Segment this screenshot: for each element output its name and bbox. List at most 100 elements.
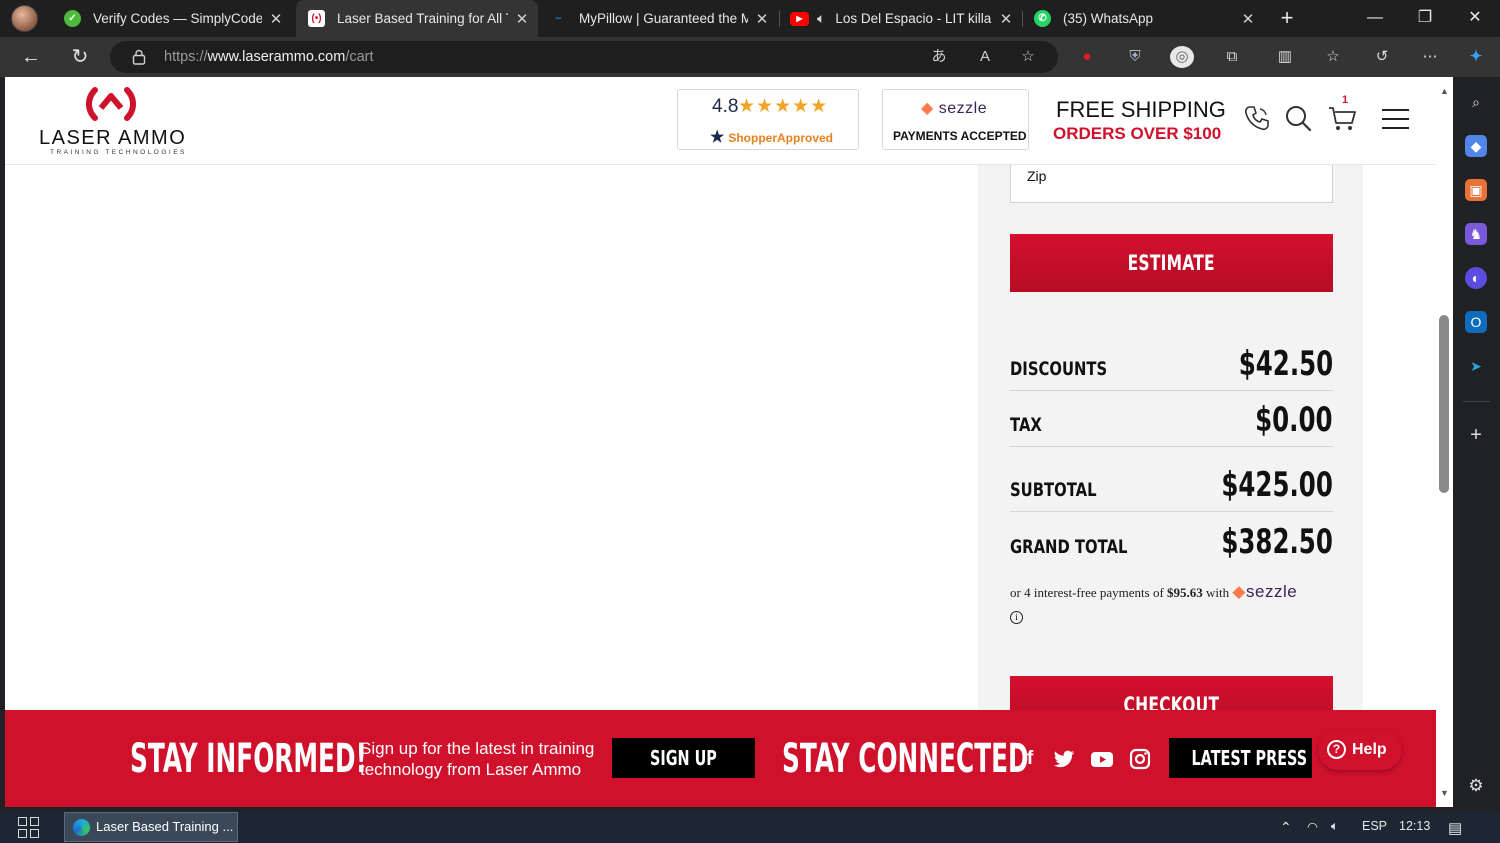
url-text: https://www.laserammo.com/cart [164, 49, 374, 65]
tab-separator [1022, 11, 1023, 27]
sidebar-search-icon[interactable]: ⌕ [1465, 91, 1487, 113]
logo-subtitle: TRAINING TECHNOLOGIES [50, 149, 187, 156]
copilot-icon[interactable]: ✦ [1464, 46, 1488, 68]
close-icon[interactable]: ✕ [998, 10, 1014, 28]
translate-icon[interactable]: あ [928, 47, 950, 67]
sidebar-games-icon[interactable]: ♞ [1465, 223, 1487, 245]
info-icon[interactable]: i [1010, 611, 1023, 624]
simplycodes-icon: ✓ [64, 10, 81, 27]
adblock-extension-icon[interactable]: ● [1075, 46, 1099, 68]
sezzle-installments-text: or 4 interest-free payments of $95.63 wi… [1010, 582, 1298, 601]
help-button[interactable]: ? Help [1318, 730, 1402, 770]
payments-accepted-label: PAYMENTS ACCEPTED [893, 129, 1027, 143]
wifi-icon[interactable]: ◠ [1307, 819, 1318, 834]
tab-whatsapp[interactable]: ✆ (35) WhatsApp ✕ [1024, 0, 1264, 37]
summary-value: $425.00 [1221, 465, 1333, 505]
sidebar-outlook-icon[interactable]: O [1465, 311, 1487, 333]
rating-value: 4.8 [712, 96, 739, 117]
laser-ammo-icon: (•) [308, 10, 325, 27]
start-grid-icon[interactable] [18, 817, 39, 838]
zip-input[interactable]: Zip [1010, 165, 1333, 203]
sidebar-separator [1463, 401, 1490, 402]
shopper-star-icon: ★ [710, 129, 725, 146]
profile-avatar[interactable] [11, 5, 38, 32]
close-icon[interactable]: ✕ [514, 10, 530, 28]
split-screen-icon[interactable]: ▥ [1273, 46, 1297, 68]
minimize-button[interactable]: — [1360, 6, 1390, 30]
sign-up-button[interactable]: SIGN UP [612, 738, 755, 778]
refresh-button[interactable]: ↻ [67, 45, 93, 69]
sezzle-mark-icon: ◆ [1232, 582, 1246, 601]
logo-text[interactable]: LASER AMMO [39, 127, 186, 150]
hamburger-menu-icon[interactable] [1382, 109, 1409, 129]
favorites-icon[interactable]: ☆ [1321, 46, 1345, 68]
page-scrollbar[interactable]: ▲ ▼ [1436, 77, 1453, 807]
sezzle-logo: ◆ sezzle [921, 100, 988, 117]
sezzle-logo: ◆sezzle [1232, 582, 1298, 601]
tab-youtube[interactable]: ▶ 🔈︎ Los Del Espacio - LIT killa ✕ [780, 0, 1022, 37]
shopper-approved-badge[interactable]: 4.8 ★★★★★ ★ ShopperApproved [677, 89, 859, 150]
back-button[interactable]: ← [18, 45, 44, 69]
extensions-icon[interactable]: ⧉ [1220, 46, 1244, 68]
shield-extension-icon[interactable]: ⛨ [1123, 46, 1147, 68]
windows-taskbar: Laser Based Training ... ⌃ ◠ 🔈︎ ESP 12:1… [0, 811, 1500, 843]
latest-press-button[interactable]: LATEST PRESS [1169, 738, 1312, 778]
summary-row-subtotal: SUBTOTAL $425.00 [1010, 447, 1333, 512]
laser-ammo-logo-icon[interactable] [85, 86, 137, 122]
installment-amount: $95.63 [1167, 585, 1203, 600]
search-icon[interactable] [1283, 103, 1313, 133]
browser-tab-bar: ✓ Verify Codes — SimplyCodes ✕ (•) Laser… [0, 0, 1500, 37]
sidebar-copilot-icon[interactable]: ◐ [1465, 267, 1487, 289]
web-page: LASER AMMO TRAINING TECHNOLOGIES 4.8 ★★★… [5, 77, 1436, 807]
sidebar-add-icon[interactable]: + [1465, 424, 1487, 446]
tray-chevron-up-icon[interactable]: ⌃ [1280, 819, 1292, 836]
edge-sidebar: ⌕ ◆ ▣ ♞ ◐ O ➤ + ⚙ [1453, 77, 1500, 811]
youtube-icon[interactable] [1090, 747, 1114, 771]
address-bar[interactable]: https://www.laserammo.com/cart あ A ☆ [110, 41, 1058, 73]
sidebar-settings-icon[interactable]: ⚙ [1465, 775, 1487, 797]
speaker-icon[interactable]: 🔈︎ [817, 10, 825, 27]
summary-row-tax: TAX $0.00 [1010, 391, 1333, 447]
volume-icon[interactable]: 🔈︎ [1331, 819, 1339, 834]
favorite-star-icon[interactable]: ☆ [1017, 47, 1039, 67]
sidebar-tools-icon[interactable]: ▣ [1465, 179, 1487, 201]
mypillow-icon: ~ [555, 12, 562, 25]
tab-title: (35) WhatsApp [1063, 11, 1154, 26]
tab-simplycodes[interactable]: ✓ Verify Codes — SimplyCodes ✕ [52, 0, 292, 37]
estimate-button[interactable]: ESTIMATE [1010, 234, 1333, 292]
scroll-down-arrow-icon[interactable]: ▼ [1439, 788, 1450, 798]
site-header: LASER AMMO TRAINING TECHNOLOGIES 4.8 ★★★… [5, 77, 1436, 165]
close-icon[interactable]: ✕ [268, 10, 284, 28]
extension-badge-icon[interactable]: ◎ [1170, 46, 1194, 68]
language-indicator[interactable]: ESP [1362, 819, 1387, 833]
summary-value: $42.50 [1238, 344, 1333, 384]
summary-label: DISCOUNTS [1010, 358, 1108, 380]
sidebar-shopping-icon[interactable]: ◆ [1465, 135, 1487, 157]
summary-label: TAX [1010, 414, 1042, 436]
read-aloud-icon[interactable]: A [974, 47, 996, 67]
facebook-icon[interactable]: f [1018, 747, 1042, 771]
restore-button[interactable]: ❐ [1410, 6, 1440, 30]
tab-laser-ammo[interactable]: (•) Laser Based Training for All Ty ✕ [296, 0, 538, 37]
clock[interactable]: 12:13 [1399, 819, 1430, 833]
close-window-button[interactable]: ✕ [1460, 6, 1490, 30]
instagram-icon[interactable] [1128, 747, 1152, 771]
rating-stars-icon: ★★★★★ [738, 96, 829, 117]
history-icon[interactable]: ↺ [1370, 46, 1394, 68]
more-menu-icon[interactable]: ⋯ [1418, 46, 1442, 68]
sezzle-badge[interactable]: ◆ sezzle PAYMENTS ACCEPTED [882, 89, 1029, 150]
close-icon[interactable]: ✕ [1240, 10, 1256, 28]
taskbar-edge-window[interactable]: Laser Based Training ... [64, 812, 238, 842]
close-icon[interactable]: ✕ [754, 10, 770, 28]
notifications-icon[interactable]: ▤ [1448, 819, 1462, 837]
new-tab-button[interactable]: + [1276, 6, 1298, 30]
scrollbar-thumb[interactable] [1439, 315, 1449, 493]
scroll-up-arrow-icon[interactable]: ▲ [1439, 86, 1450, 96]
whatsapp-icon: ✆ [1034, 10, 1051, 27]
twitter-icon[interactable] [1052, 747, 1076, 771]
sidebar-send-icon[interactable]: ➤ [1465, 355, 1487, 377]
cart-icon[interactable] [1327, 103, 1357, 133]
tab-mypillow[interactable]: ~ MyPillow | Guaranteed the Mo ✕ [540, 0, 778, 37]
phone-icon[interactable] [1242, 103, 1272, 133]
lock-icon[interactable] [132, 49, 146, 65]
